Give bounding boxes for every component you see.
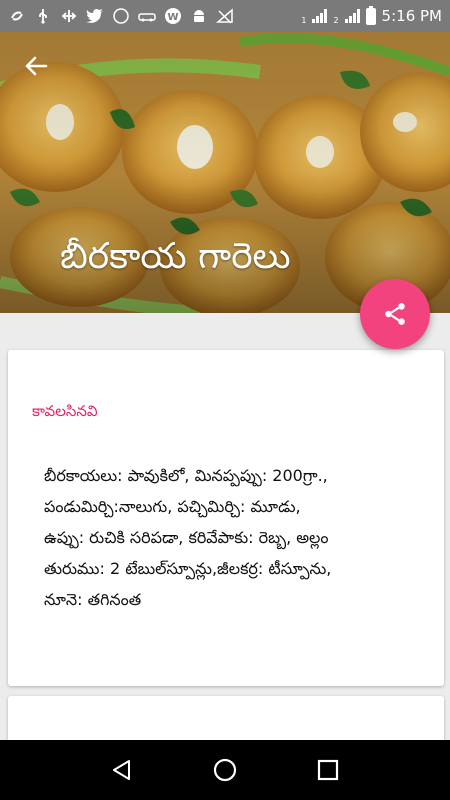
sim1-label: 1 xyxy=(301,15,307,25)
battery-icon xyxy=(365,5,376,25)
ingredients-card: కావలసినవి బీరకాయలు: పావుకిలో, మినప్పప్పు… xyxy=(8,350,444,686)
ingredients-line: ఉప్పు: రుచికి సరిపడా, కరివేపాకు: రెబ్బ, … xyxy=(44,528,329,547)
nav-recents-icon xyxy=(318,759,339,781)
ingredients-heading: కావలసినవి xyxy=(32,402,98,420)
ingredients-line: బీరకాయలు: పావుకిలో, మినప్పప్పు: 200గ్రా.… xyxy=(44,466,328,485)
share-icon xyxy=(385,303,405,325)
ingredients-line: పండుమిర్చి:నాలుగు, పచ్చిమిర్చి: మూడు, xyxy=(44,497,301,516)
back-button[interactable] xyxy=(20,50,52,82)
no-signal-icon xyxy=(216,7,234,25)
android-icon xyxy=(190,7,208,25)
recipe-header-image: బీరకాయ గారెలు xyxy=(0,32,450,313)
ingredients-text: బీరకాయలు: పావుకిలో, మినప్పప్పు: 200గ్రా.… xyxy=(32,460,420,615)
nav-home-icon xyxy=(213,758,237,782)
ingredients-line: నూనె: తగినంత xyxy=(44,590,142,609)
navigation-bar xyxy=(0,740,450,800)
nav-back-button[interactable] xyxy=(102,750,142,790)
sim2-label: 2 xyxy=(333,15,339,25)
signal-bars-1-icon xyxy=(312,9,328,23)
share-button[interactable] xyxy=(360,279,430,349)
status-right: 1 2 5:16 PM xyxy=(301,5,442,25)
status-time: 5:16 PM xyxy=(381,7,442,25)
svg-text:W: W xyxy=(167,12,178,23)
w-app-icon: W xyxy=(164,7,182,25)
ingredients-line: తురుము: 2 టేబుల్‌స్పూన్లు,జీలకర్ర: టీస్ప… xyxy=(44,559,332,578)
compass-icon xyxy=(112,7,130,25)
nav-recents-button[interactable] xyxy=(308,750,348,790)
usb-icon xyxy=(34,7,52,25)
sync-icon xyxy=(8,7,26,25)
car-icon xyxy=(138,7,156,25)
nav-home-button[interactable] xyxy=(205,750,245,790)
arrow-left-icon xyxy=(25,56,48,76)
status-bar: W 1 2 5:16 PM xyxy=(0,0,450,32)
twitter-icon xyxy=(86,7,104,25)
nav-back-icon xyxy=(112,760,130,780)
recipe-title: బీరకాయ గారెలు xyxy=(60,236,291,277)
notification-icons: W xyxy=(8,7,234,25)
signal-bars-2-icon xyxy=(344,9,360,23)
cross-arrows-icon xyxy=(60,7,78,25)
